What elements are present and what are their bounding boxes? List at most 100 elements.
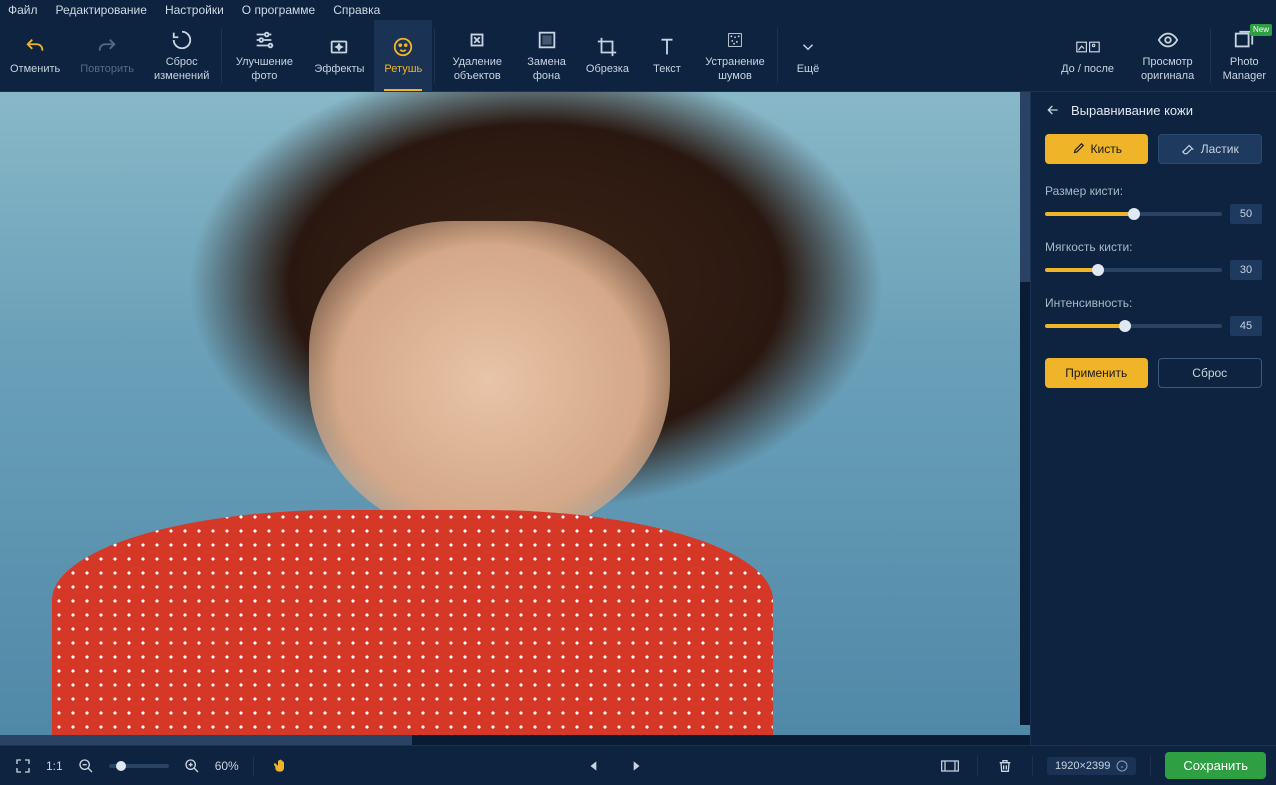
crop-label: Обрезка bbox=[586, 63, 629, 76]
crop-icon bbox=[595, 35, 619, 59]
next-image-button[interactable] bbox=[623, 753, 649, 779]
before-after-label: До / после bbox=[1061, 63, 1114, 76]
brush-size-slider[interactable] bbox=[1045, 212, 1222, 216]
more-button[interactable]: Ещё bbox=[780, 20, 836, 91]
eraser-tool-icon bbox=[1181, 142, 1195, 156]
separator bbox=[253, 756, 254, 776]
intensity-value[interactable]: 45 bbox=[1230, 316, 1262, 336]
brush-icon bbox=[1071, 142, 1085, 156]
separator bbox=[1032, 756, 1033, 776]
redo-label: Повторить bbox=[80, 63, 134, 76]
zoom-percentage: 60% bbox=[215, 759, 239, 773]
eraser-mode-button[interactable]: Ластик bbox=[1158, 134, 1263, 164]
undo-icon bbox=[23, 35, 47, 59]
toolbar-separator bbox=[777, 28, 778, 83]
separator bbox=[1150, 756, 1151, 776]
bg-replace-button[interactable]: Замена фона bbox=[517, 20, 576, 91]
separator bbox=[977, 756, 978, 776]
zoom-in-button[interactable] bbox=[179, 753, 205, 779]
delete-button[interactable] bbox=[992, 753, 1018, 779]
text-icon bbox=[655, 35, 679, 59]
eraser-icon bbox=[465, 28, 489, 52]
hand-tool-button[interactable] bbox=[268, 753, 294, 779]
main-area: Выравнивание кожи Кисть Ластик Размер ки… bbox=[0, 92, 1276, 745]
vertical-scrollbar[interactable] bbox=[1020, 92, 1030, 725]
redo-icon bbox=[95, 35, 119, 59]
intensity-label: Интенсивность: bbox=[1045, 296, 1262, 310]
text-label: Текст bbox=[653, 63, 681, 76]
brush-label: Кисть bbox=[1091, 142, 1122, 156]
brush-mode-button[interactable]: Кисть bbox=[1045, 134, 1148, 164]
photo-manager-button[interactable]: New Photo Manager bbox=[1213, 20, 1276, 91]
menu-settings[interactable]: Настройки bbox=[165, 3, 224, 17]
intensity-group: Интенсивность: 45 bbox=[1031, 290, 1276, 346]
intensity-slider[interactable] bbox=[1045, 324, 1222, 328]
undo-button[interactable]: Отменить bbox=[0, 20, 70, 91]
fullscreen-button[interactable] bbox=[10, 753, 36, 779]
sliders-icon bbox=[252, 28, 276, 52]
photo-content bbox=[0, 92, 1030, 735]
eraser-label: Ластик bbox=[1201, 142, 1239, 156]
softness-label: Мягкость кисти: bbox=[1045, 240, 1262, 254]
retouch-button[interactable]: Ретушь bbox=[374, 20, 432, 91]
reset-icon bbox=[170, 28, 194, 52]
dimensions-text: 1920×2399 bbox=[1055, 760, 1110, 772]
softness-group: Мягкость кисти: 30 bbox=[1031, 234, 1276, 290]
view-original-button[interactable]: Просмотр оригинала bbox=[1128, 20, 1208, 91]
reset-button[interactable]: Сброс bbox=[1158, 358, 1263, 388]
panel-actions: Применить Сброс bbox=[1031, 346, 1276, 400]
save-button[interactable]: Сохранить bbox=[1165, 752, 1266, 779]
softness-slider[interactable] bbox=[1045, 268, 1222, 272]
background-icon bbox=[535, 28, 559, 52]
eye-icon bbox=[1156, 28, 1180, 52]
undo-label: Отменить bbox=[10, 63, 60, 76]
panel-title: Выравнивание кожи bbox=[1071, 103, 1193, 118]
more-label: Ещё bbox=[797, 63, 820, 76]
canvas-area bbox=[0, 92, 1030, 745]
menu-about[interactable]: О программе bbox=[242, 3, 315, 17]
zoom-out-button[interactable] bbox=[73, 753, 99, 779]
menu-edit[interactable]: Редактирование bbox=[56, 3, 147, 17]
new-badge: New bbox=[1250, 24, 1272, 36]
before-after-button[interactable]: До / после bbox=[1048, 20, 1128, 91]
toolbar: Отменить Повторить Сброс изменений Улучш… bbox=[0, 20, 1276, 92]
remove-objects-button[interactable]: Удаление объектов bbox=[437, 20, 517, 91]
filmstrip-button[interactable] bbox=[937, 753, 963, 779]
enhance-button[interactable]: Улучшение фото bbox=[224, 20, 304, 91]
menu-help[interactable]: Справка bbox=[333, 3, 380, 17]
photo-manager-label: Photo Manager bbox=[1223, 56, 1266, 82]
denoise-label: Устранение шумов bbox=[705, 56, 765, 82]
remove-objects-label: Удаление объектов bbox=[452, 56, 502, 82]
denoise-button[interactable]: Устранение шумов bbox=[695, 20, 775, 91]
zoom-slider[interactable] bbox=[109, 764, 169, 768]
dimensions-display: 1920×2399 bbox=[1047, 757, 1136, 775]
tool-mode-switch: Кисть Ластик bbox=[1031, 128, 1276, 178]
menubar: Файл Редактирование Настройки О программ… bbox=[0, 0, 1276, 20]
menu-file[interactable]: Файл bbox=[8, 3, 38, 17]
brush-size-value[interactable]: 50 bbox=[1230, 204, 1262, 224]
apply-button[interactable]: Применить bbox=[1045, 358, 1148, 388]
face-icon bbox=[391, 35, 415, 59]
canvas-viewport[interactable] bbox=[0, 92, 1030, 735]
compare-icon bbox=[1076, 35, 1100, 59]
side-panel: Выравнивание кожи Кисть Ластик Размер ки… bbox=[1030, 92, 1276, 745]
brush-size-group: Размер кисти: 50 bbox=[1031, 178, 1276, 234]
toolbar-separator bbox=[434, 28, 435, 83]
bg-replace-label: Замена фона bbox=[527, 56, 566, 82]
brush-size-label: Размер кисти: bbox=[1045, 184, 1262, 198]
prev-image-button[interactable] bbox=[581, 753, 607, 779]
info-icon[interactable] bbox=[1116, 760, 1128, 772]
toolbar-separator bbox=[221, 28, 222, 83]
fit-actual-button[interactable]: 1:1 bbox=[46, 759, 63, 773]
sparkle-icon bbox=[327, 35, 351, 59]
effects-button[interactable]: Эффекты bbox=[304, 20, 374, 91]
horizontal-scrollbar[interactable] bbox=[0, 735, 1030, 745]
back-button[interactable] bbox=[1045, 102, 1061, 118]
text-button[interactable]: Текст bbox=[639, 20, 695, 91]
redo-button[interactable]: Повторить bbox=[70, 20, 144, 91]
denoise-icon bbox=[723, 28, 747, 52]
reset-changes-button[interactable]: Сброс изменений bbox=[144, 20, 219, 91]
softness-value[interactable]: 30 bbox=[1230, 260, 1262, 280]
crop-button[interactable]: Обрезка bbox=[576, 20, 639, 91]
enhance-label: Улучшение фото bbox=[236, 56, 293, 82]
